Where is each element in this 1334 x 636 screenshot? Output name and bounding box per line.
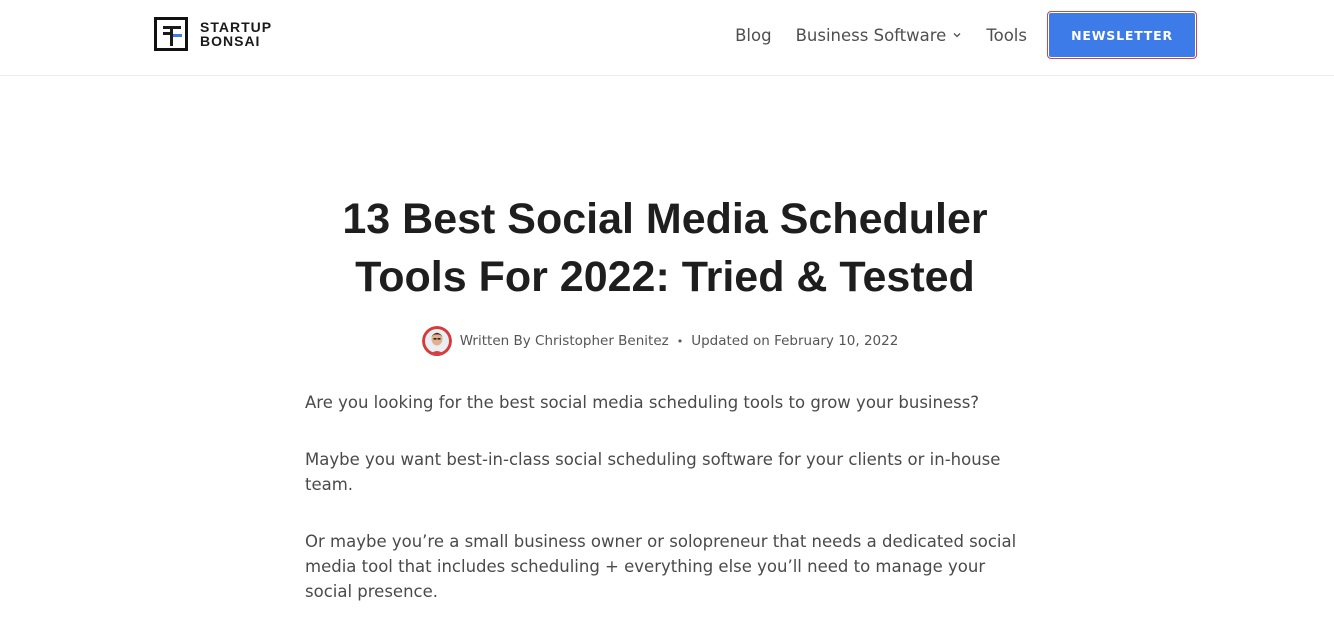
main-nav: Blog Business Software Tools NEWSLETTER (735, 11, 1197, 59)
bonsai-logo-icon (154, 17, 188, 51)
byline-author: Written By Christopher Benitez (459, 333, 669, 349)
author-avatar[interactable] (421, 326, 452, 356)
paragraph: Or maybe you’re a small business owner o… (305, 532, 1017, 601)
logo-line-1: STARTUP (200, 19, 273, 35)
nav-blog-link[interactable]: Blog (735, 26, 771, 45)
paragraph: Are you looking for the best social medi… (305, 393, 980, 412)
article-title-line-1: 13 Best Social Media Scheduler (342, 195, 988, 243)
paragraph: Maybe you want best-in-class social sche… (305, 450, 1001, 494)
byline-updated-date: Updated on February 10, 2022 (691, 333, 899, 349)
byline-separator: • (676, 334, 684, 348)
article-body: Are you looking for the best social medi… (305, 390, 1025, 604)
nav-business-software-label: Business Software (795, 25, 947, 45)
article-title: 13 Best Social Media Scheduler Tools For… (300, 190, 1030, 306)
article-title-line-2: Tools For 2022: Tried & Tested (355, 253, 975, 301)
site-header: STARTUP BONSAI Blog Business Software To… (0, 0, 1334, 76)
nav-business-software-dropdown[interactable]: Business Software (796, 26, 963, 45)
byline: Written By Christopher Benitez • Updated… (285, 326, 1035, 356)
logo-wordmark: STARTUP BONSAI (200, 20, 272, 48)
nav-tools-link[interactable]: Tools (986, 26, 1027, 45)
site-logo[interactable]: STARTUP BONSAI (154, 17, 272, 51)
chevron-down-icon (953, 33, 961, 38)
article: 13 Best Social Media Scheduler Tools For… (305, 190, 1035, 636)
logo-line-2: BONSAI (200, 33, 261, 49)
newsletter-button[interactable]: NEWSLETTER (1047, 11, 1197, 59)
